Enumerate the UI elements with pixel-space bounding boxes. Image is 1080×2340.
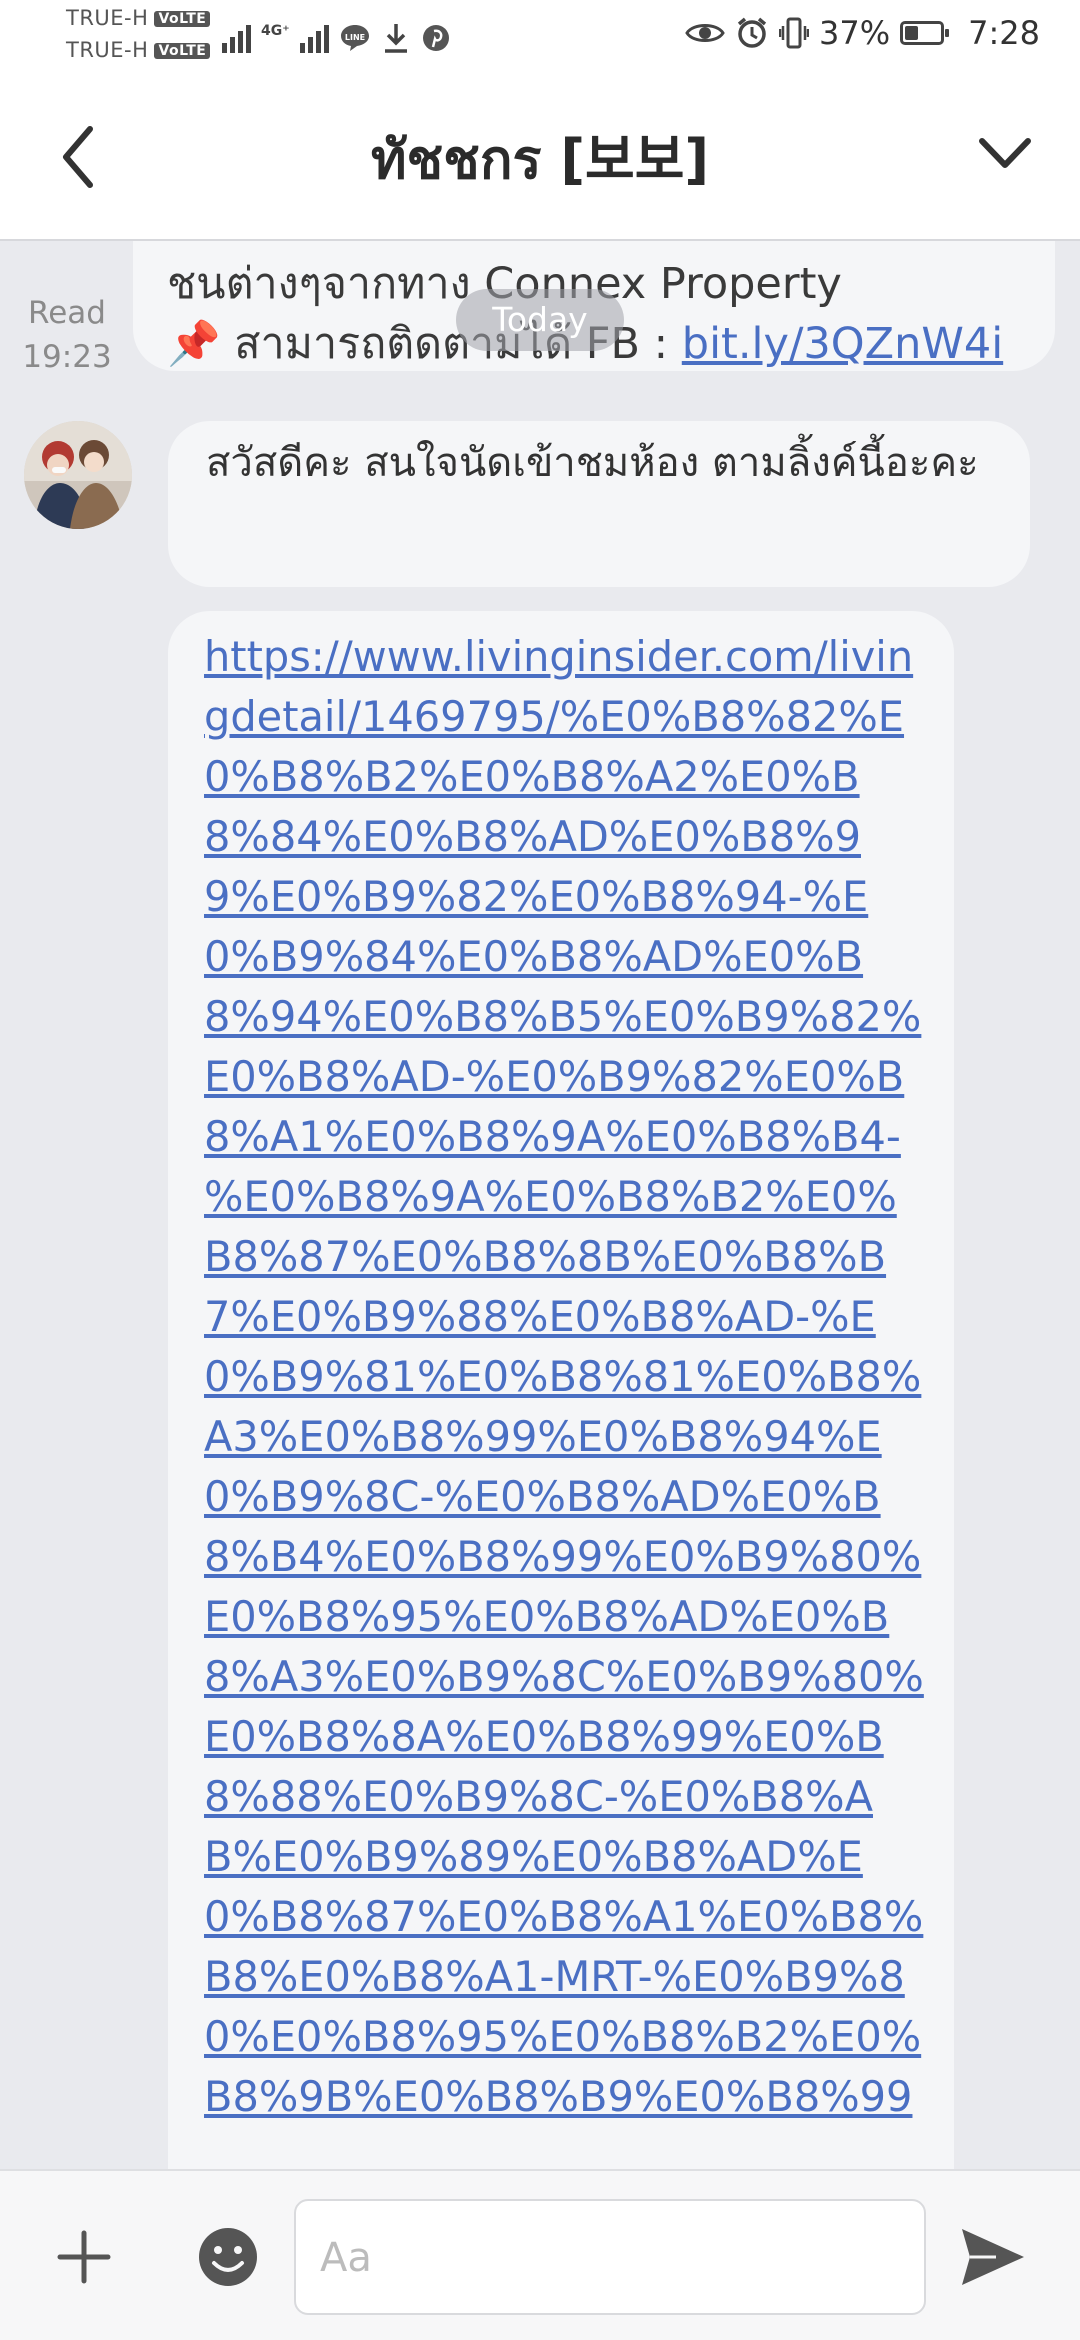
status-bar: TRUE-H VoLTE TRUE-H VoLTE 4G⁺ LINE 37% 7:2… xyxy=(0,0,1080,75)
date-divider: Today xyxy=(456,289,624,351)
send-icon[interactable] xyxy=(958,2225,1026,2289)
clock: 7:28 xyxy=(968,14,1040,52)
greeting-text: สวัสดีคะ สนใจนัดเข้าชมห้อง ตามลิ้งค์นี้อ… xyxy=(206,440,979,486)
chat-title: ทัชชกร [보보] xyxy=(370,128,710,191)
smile-icon[interactable] xyxy=(196,2225,260,2289)
status-icons-right: 37% 7:28 xyxy=(685,14,1040,52)
volte-badge: VoLTE xyxy=(154,11,211,27)
message-input-bar xyxy=(0,2169,1080,2340)
chevron-down-icon[interactable] xyxy=(970,123,1040,183)
signal-icon xyxy=(222,23,251,53)
avatar[interactable] xyxy=(24,421,132,529)
battery-percent: 37% xyxy=(819,14,891,52)
message-bubble-greeting: สวัสดีคะ สนใจนัดเข้าชมห้อง ตามลิ้งค์นี้อ… xyxy=(168,421,1030,587)
carrier-1: TRUE-H VoLTE xyxy=(66,6,211,30)
pin-icon: 📌 xyxy=(167,319,221,369)
listing-url-link[interactable]: https://www.livinginsider.com/livingdeta… xyxy=(204,627,924,2127)
read-time: 19:23 xyxy=(22,339,112,375)
facebook-link[interactable]: bit.ly/3QZnW4i xyxy=(682,319,1003,369)
download-icon xyxy=(384,24,407,53)
vibrate-icon xyxy=(779,17,810,49)
pinterest-icon xyxy=(422,25,449,51)
message-bubble-url: https://www.livinginsider.com/livingdeta… xyxy=(168,611,954,2169)
volte-badge-2: VoLTE xyxy=(154,43,211,59)
avatar-photo xyxy=(24,421,132,529)
line-app-icon: LINE xyxy=(340,25,369,51)
read-receipt: Read 19:23 xyxy=(22,291,112,379)
carrier-1-label: TRUE-H xyxy=(66,6,149,30)
chat-header: ทัชชกร [보보] xyxy=(0,75,1080,241)
carrier-2-label: TRUE-H xyxy=(66,38,149,62)
signal-icon-2 xyxy=(299,23,329,53)
chat-messages[interactable]: ชนต่างๆจากทาง Connex Property 📌 สามารถติ… xyxy=(0,241,1080,2169)
message-field[interactable] xyxy=(294,2199,926,2315)
message-input[interactable] xyxy=(318,2201,902,2315)
alarm-icon xyxy=(737,17,767,48)
plus-icon[interactable] xyxy=(56,2229,112,2285)
carrier-2: TRUE-H VoLTE xyxy=(66,38,211,62)
status-icons-left: 4G⁺ LINE xyxy=(222,18,451,58)
svg-text:LINE: LINE xyxy=(345,33,365,42)
battery-fill xyxy=(905,26,919,40)
network-type-label: 4G⁺ xyxy=(261,23,290,39)
eye-icon xyxy=(685,24,725,42)
read-label: Read xyxy=(28,295,106,331)
battery-icon xyxy=(900,21,950,45)
